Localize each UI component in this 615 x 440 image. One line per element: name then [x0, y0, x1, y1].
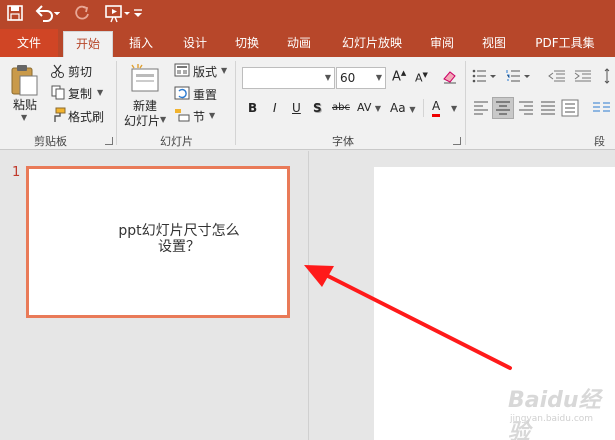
shrink-font-label: A	[415, 71, 423, 85]
tab-view[interactable]: 视图	[474, 29, 514, 57]
underline-button[interactable]: U	[292, 101, 301, 115]
baidu-watermark: Baidu经验 jingyan.baidu.com	[508, 372, 608, 440]
tab-insert[interactable]: 插入	[120, 29, 162, 57]
section-icon[interactable]	[174, 108, 190, 125]
tab-home[interactable]: 开始	[63, 31, 113, 57]
undo-icon[interactable]	[34, 3, 60, 25]
tab-design[interactable]: 设计	[174, 29, 216, 57]
font-color-label: A	[432, 99, 441, 113]
italic-button[interactable]: I	[273, 101, 277, 115]
slide-thumbnail-title: ppt幻灯片尺寸怎么 设置？	[89, 223, 269, 255]
reset-icon[interactable]	[174, 86, 190, 103]
bold-button[interactable]: B	[248, 101, 257, 115]
slide-title-line1: ppt幻灯片尺寸怎么	[118, 223, 240, 239]
change-case-label: Aa	[390, 101, 406, 115]
font-size-dropdown-icon[interactable]: ▼	[376, 68, 382, 88]
new-slide-icon[interactable]	[128, 63, 162, 98]
paste-dropdown-icon[interactable]: ▼	[21, 113, 27, 122]
shrink-font-button[interactable]: A▼	[415, 71, 428, 85]
copy-icon[interactable]	[50, 84, 66, 103]
group-divider	[116, 61, 117, 145]
align-left-icon[interactable]	[473, 101, 489, 118]
quick-access-toolbar	[0, 0, 615, 29]
copy-dropdown-icon[interactable]: ▼	[97, 88, 103, 97]
watermark-brand: Baidu经验	[508, 388, 601, 440]
line-spacing-icon[interactable]	[604, 67, 615, 88]
copy-button[interactable]: 复制	[68, 85, 92, 102]
shadow-button[interactable]: S	[313, 101, 322, 115]
font-size-combo[interactable]: 60 ▼	[336, 67, 386, 89]
align-center-icon[interactable]	[492, 97, 514, 119]
paste-button[interactable]: 粘贴	[13, 96, 37, 113]
font-group-label: 字体	[332, 135, 354, 148]
font-name-dropdown-icon[interactable]: ▼	[325, 68, 331, 88]
layout-button[interactable]: 版式	[193, 63, 217, 80]
group-divider	[465, 61, 466, 145]
font-size-value: 60	[340, 71, 356, 85]
justify-icon[interactable]	[540, 101, 556, 118]
bullets-icon[interactable]	[472, 69, 498, 86]
clipboard-dialog-launcher-icon[interactable]	[105, 137, 113, 145]
align-right-icon[interactable]	[518, 101, 534, 118]
increase-indent-icon[interactable]	[574, 69, 592, 86]
redo-icon[interactable]	[74, 3, 92, 25]
ribbon-tabs: 文件 开始 插入 设计 切换 动画 幻灯片放映 审阅 视图 PDF工具集	[0, 29, 615, 57]
section-button[interactable]: 节	[193, 108, 205, 125]
distributed-align-icon[interactable]	[561, 99, 579, 120]
new-slide-dropdown-icon[interactable]: ▼	[160, 115, 166, 124]
grow-font-label: A	[392, 69, 401, 85]
cut-icon[interactable]	[50, 63, 66, 82]
character-spacing-label: AV	[357, 101, 372, 114]
layout-icon[interactable]	[174, 63, 190, 80]
numbering-icon[interactable]	[506, 69, 532, 86]
slides-group-label: 幻灯片	[160, 135, 193, 148]
paste-icon[interactable]	[8, 63, 40, 100]
tab-slideshow[interactable]: 幻灯片放映	[334, 29, 410, 57]
present-from-start-icon[interactable]	[104, 3, 130, 25]
decrease-indent-icon[interactable]	[548, 69, 566, 86]
layout-dropdown-icon[interactable]: ▼	[221, 66, 227, 75]
columns-icon[interactable]	[592, 101, 612, 118]
new-slide-label-line2[interactable]: 幻灯片	[124, 112, 160, 129]
tab-pdf-tools[interactable]: PDF工具集	[530, 29, 600, 57]
tab-review[interactable]: 审阅	[422, 29, 462, 57]
format-painter-button[interactable]: 格式刷	[68, 108, 104, 125]
strikethrough-button[interactable]: abc	[332, 102, 350, 113]
section-dropdown-icon[interactable]: ▼	[209, 111, 215, 120]
tab-file[interactable]: 文件	[0, 29, 58, 57]
reset-button[interactable]: 重置	[193, 86, 217, 103]
customize-qat-icon[interactable]	[132, 3, 144, 25]
tab-transitions[interactable]: 切换	[226, 29, 268, 57]
clear-formatting-icon[interactable]	[441, 69, 459, 88]
slide-thumbnail[interactable]: ppt幻灯片尺寸怎么 设置？	[26, 166, 290, 318]
group-divider	[423, 99, 424, 117]
font-color-dropdown-icon[interactable]: ▼	[451, 104, 457, 113]
watermark-url: jingyan.baidu.com	[510, 414, 594, 424]
character-spacing-button[interactable]: AV ▼	[357, 101, 381, 114]
cut-button[interactable]: 剪切	[68, 63, 92, 80]
change-case-button[interactable]: Aa ▼	[390, 101, 416, 115]
tab-animations[interactable]: 动画	[278, 29, 320, 57]
format-painter-icon[interactable]	[50, 107, 66, 126]
clipboard-group-label: 剪贴板	[34, 135, 67, 148]
font-dialog-launcher-icon[interactable]	[453, 137, 461, 145]
group-divider	[235, 61, 236, 145]
save-icon[interactable]	[6, 3, 24, 25]
slide-title-line2: 设置？	[158, 239, 200, 255]
grow-font-button[interactable]: A▲	[392, 69, 406, 84]
ribbon-home: 粘贴 ▼ 剪切 复制 ▼ 格式刷 剪贴板 新建 幻灯片 ▼ 版式 ▼ 重置 节 …	[0, 57, 615, 164]
font-color-button[interactable]: A	[432, 99, 441, 117]
slide-number: 1	[12, 165, 21, 180]
font-name-combo[interactable]: ▼	[242, 67, 335, 89]
